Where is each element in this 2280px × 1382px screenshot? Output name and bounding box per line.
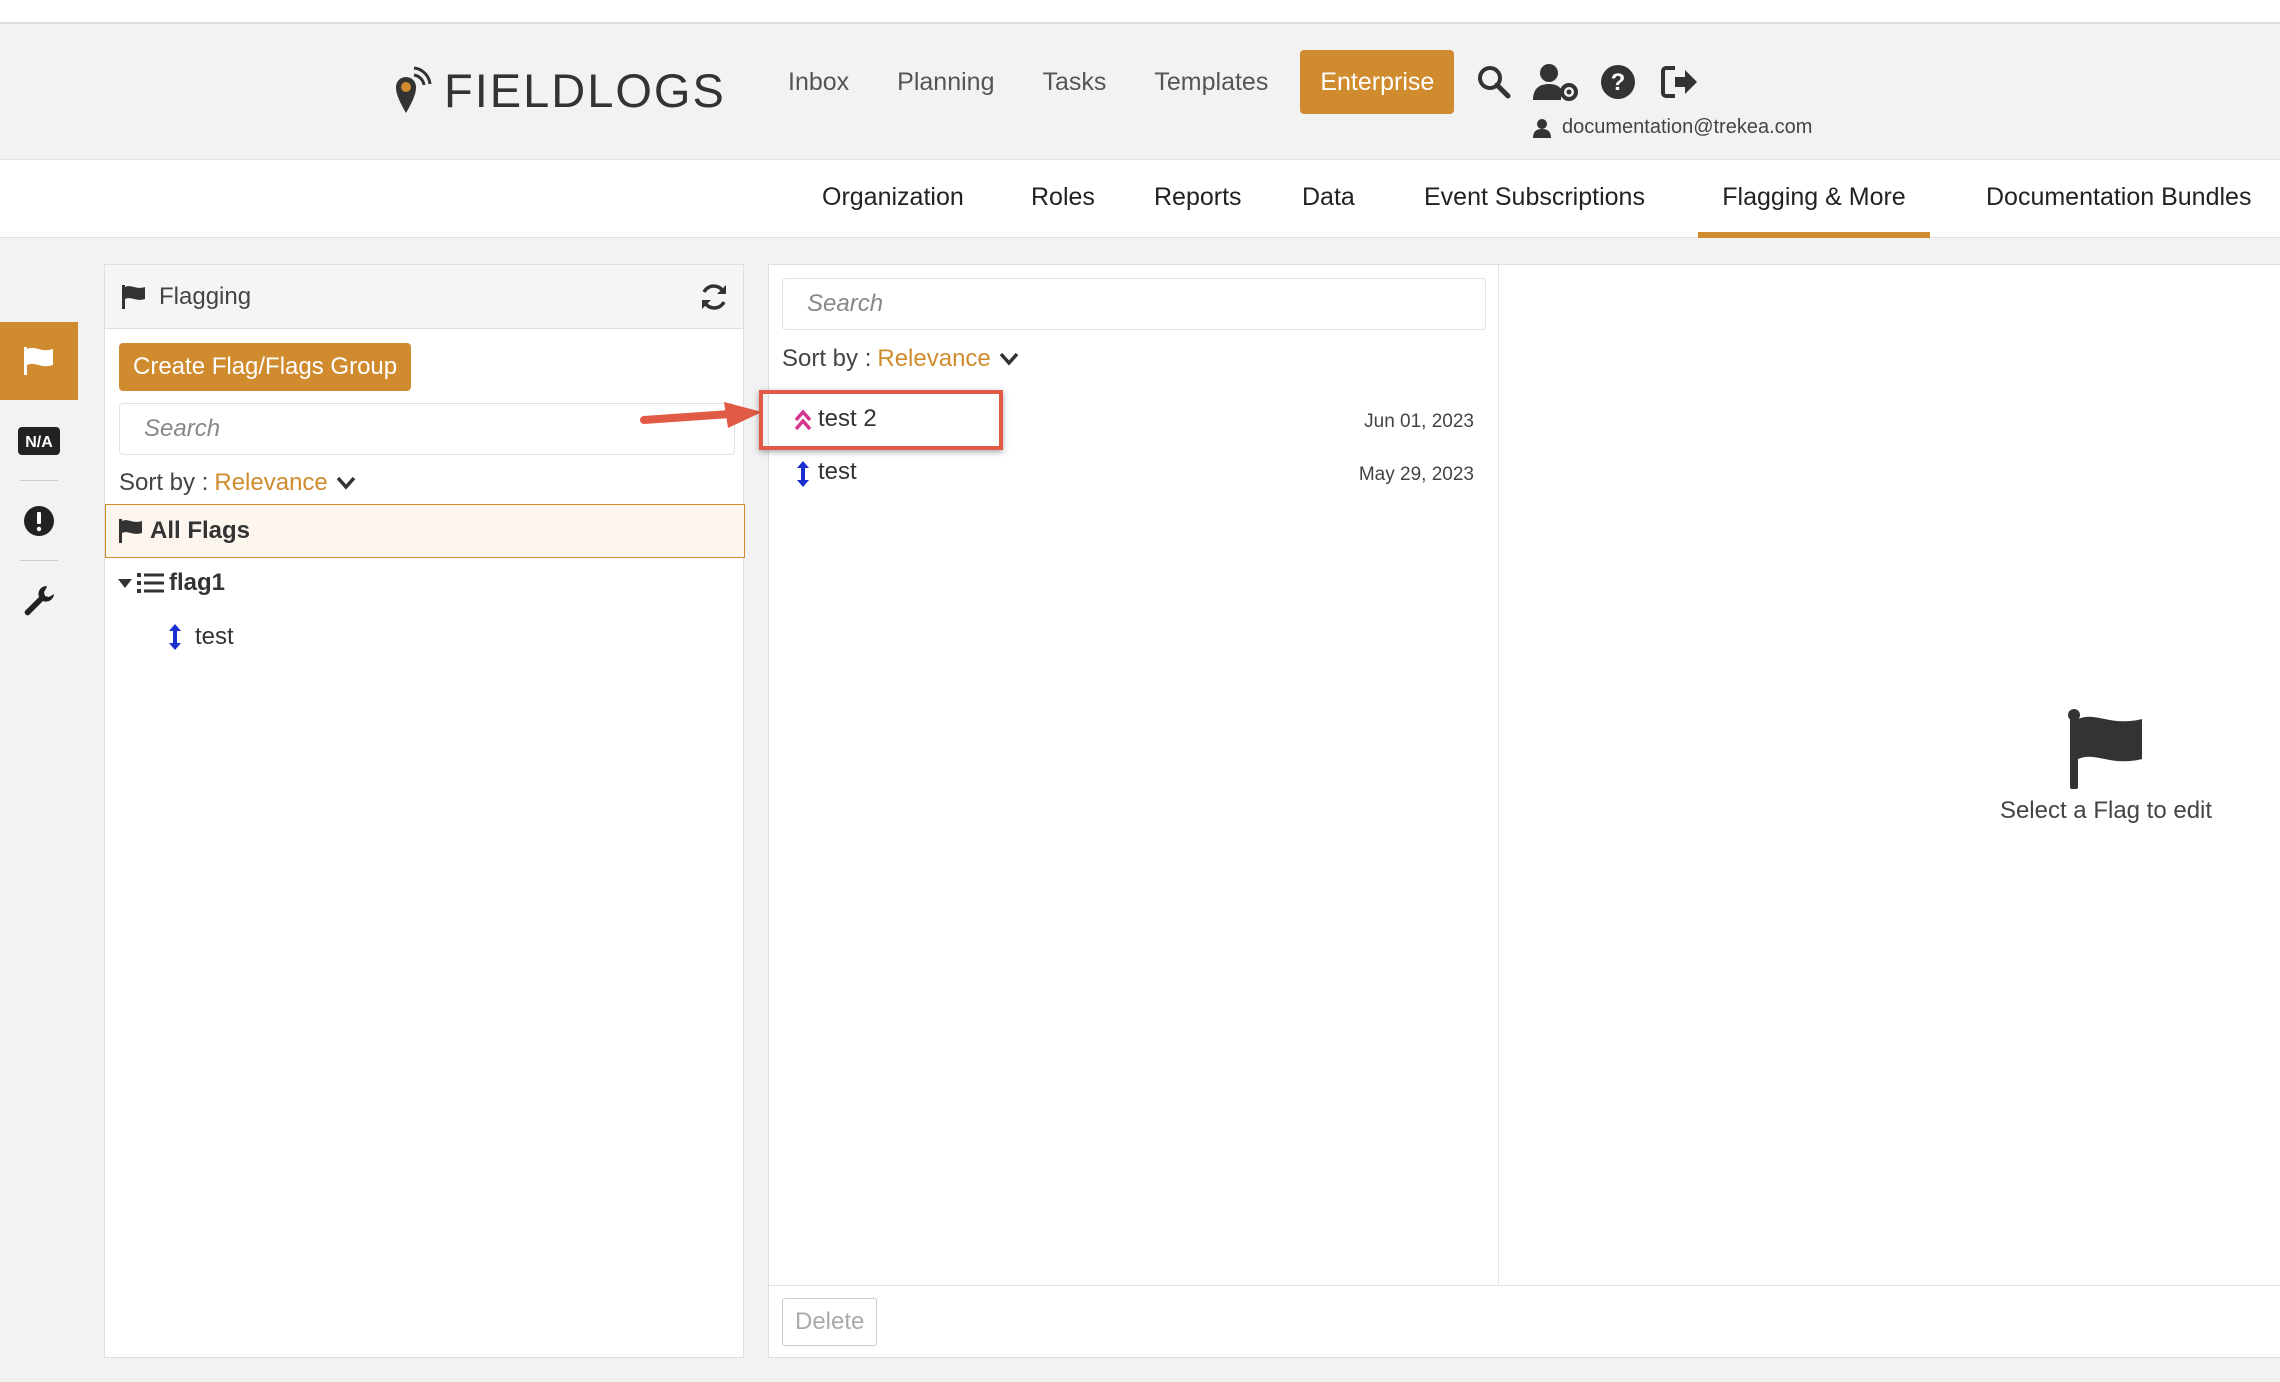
chevron-down-icon[interactable]: [999, 352, 1019, 366]
location-signal-icon: [396, 66, 432, 113]
nav-enterprise[interactable]: Enterprise: [1300, 50, 1455, 114]
flag-icon: [24, 347, 53, 375]
logo-text: FIELDLOGS: [444, 63, 726, 117]
app-header: FIELDLOGS Inbox Planning Tasks Templates…: [0, 26, 2280, 160]
flag-icon: [122, 284, 145, 309]
nav-planning[interactable]: Planning: [873, 50, 1018, 114]
nav-templates[interactable]: Templates: [1130, 50, 1292, 114]
action-bar: Delete: [769, 1285, 2280, 1359]
editor-empty-state: Select a Flag to edit: [1981, 709, 2231, 825]
svg-text:N/A: N/A: [25, 434, 53, 451]
sort-label: Sort by :: [119, 469, 209, 496]
annotation-arrow: [640, 402, 762, 428]
sort-label: Sort by :: [782, 345, 872, 372]
annotation-highlight-box: [759, 390, 1003, 450]
search-icon[interactable]: [1470, 58, 1518, 106]
browser-bookmark-strip: [0, 0, 2280, 24]
rail-divider: [20, 480, 58, 481]
tab-data[interactable]: Data: [1302, 160, 1355, 238]
list-icon: [137, 573, 164, 593]
top-nav: Inbox Planning Tasks Templates Enterpris…: [764, 50, 1455, 114]
rail-na[interactable]: N/A: [0, 402, 78, 480]
delete-button[interactable]: Delete: [782, 1298, 878, 1346]
wrench-icon: [24, 586, 54, 616]
user-email: documentation@trekea.com: [1562, 116, 1813, 138]
user-settings-icon[interactable]: [1532, 58, 1580, 106]
tree-group-label: flag1: [169, 569, 226, 596]
tab-flagging-more[interactable]: Flagging & More: [1698, 160, 1930, 238]
user-icon: [1533, 118, 1551, 138]
refresh-icon[interactable]: [699, 282, 729, 312]
flag-date: May 29, 2023: [1358, 464, 1474, 485]
rail-alerts[interactable]: [0, 482, 78, 560]
nav-tasks[interactable]: Tasks: [1018, 50, 1130, 114]
tree-group-flag1[interactable]: flag1: [117, 569, 225, 597]
side-rail: N/A: [0, 238, 78, 1382]
rail-flagging[interactable]: [0, 322, 78, 400]
sort-value[interactable]: Relevance: [214, 469, 327, 497]
flag-list-sort-control[interactable]: Sort by : Relevance: [782, 345, 1019, 373]
na-icon: N/A: [18, 427, 60, 455]
rail-tools[interactable]: [0, 562, 78, 640]
chevron-down-icon[interactable]: [336, 476, 356, 490]
svg-text:?: ?: [1611, 69, 1626, 96]
rail-divider: [20, 560, 58, 561]
flag-icon: [119, 519, 142, 543]
sort-value[interactable]: Relevance: [877, 345, 990, 373]
flagging-panel-header: Flagging: [105, 265, 743, 329]
flag-icon: [2068, 709, 2142, 789]
logout-icon[interactable]: [1656, 58, 1704, 106]
tab-event-subscriptions[interactable]: Event Subscriptions: [1424, 160, 1645, 238]
nav-inbox[interactable]: Inbox: [764, 50, 873, 114]
user-account[interactable]: documentation@trekea.com: [1532, 116, 1812, 139]
panel-title: Flagging: [159, 282, 252, 310]
vertical-arrows-icon: [169, 624, 181, 650]
tree-item-label: test: [195, 623, 234, 650]
fieldlogs-logo[interactable]: FIELDLOGS: [392, 60, 726, 120]
flag-date: Jun 01, 2023: [1364, 411, 1474, 432]
tab-roles[interactable]: Roles: [1031, 160, 1095, 238]
sub-nav: Organization Roles Reports Data Event Su…: [0, 160, 2280, 238]
tab-organization[interactable]: Organization: [822, 160, 964, 238]
editor-empty-text: Select a Flag to edit: [1999, 797, 2213, 824]
help-icon[interactable]: ?: [1594, 58, 1642, 106]
flag-name: test: [818, 458, 857, 485]
flag-list-search-input[interactable]: [782, 278, 1486, 330]
header-icons: ?: [1470, 58, 1718, 106]
create-flag-button[interactable]: Create Flag/Flags Group: [119, 343, 412, 391]
vertical-arrows-icon: [797, 461, 809, 487]
all-flags-item[interactable]: All Flags: [105, 504, 745, 558]
sort-control[interactable]: Sort by : Relevance: [119, 469, 356, 497]
panel-divider: [1498, 265, 1499, 1285]
tab-documentation-bundles[interactable]: Documentation Bundles: [1986, 160, 2251, 238]
caret-down-icon[interactable]: [117, 577, 133, 589]
exclamation-icon: [24, 506, 54, 536]
all-flags-label: All Flags: [150, 517, 251, 544]
tree-item-test[interactable]: test: [167, 623, 234, 651]
tab-reports[interactable]: Reports: [1154, 160, 1242, 238]
flag-list-item[interactable]: test May 29, 2023: [769, 448, 1498, 498]
